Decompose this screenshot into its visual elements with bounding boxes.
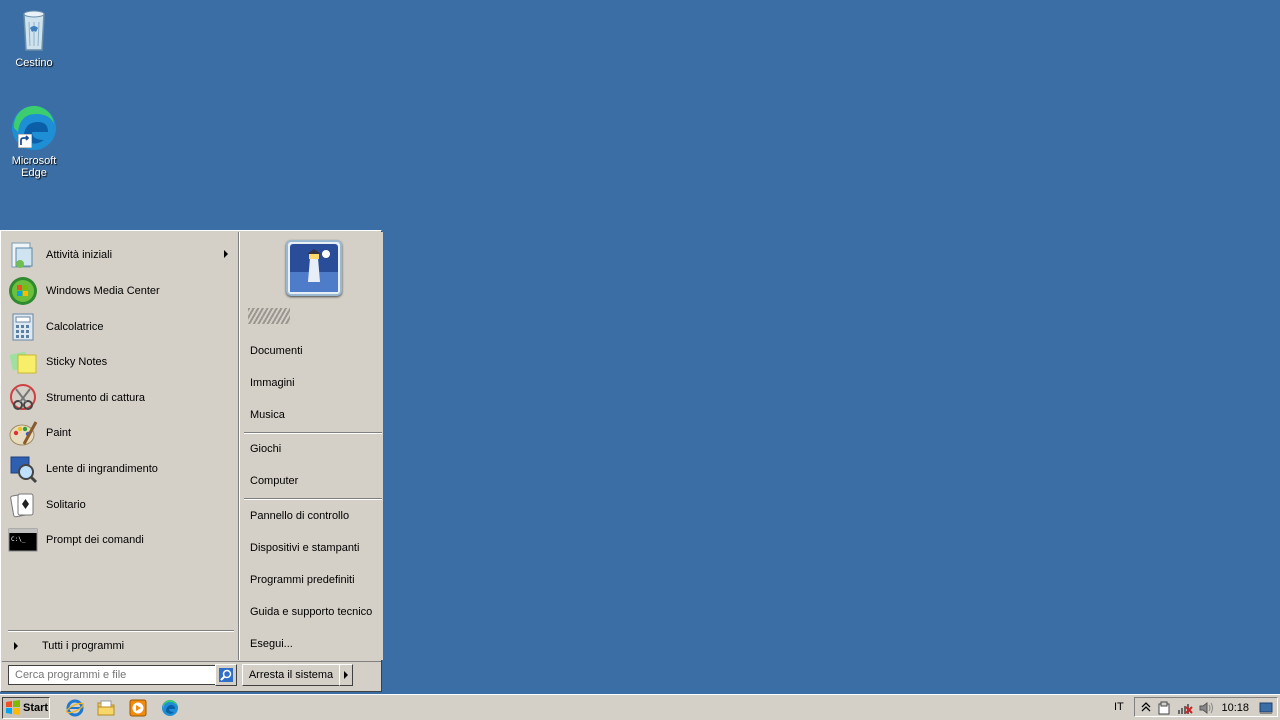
start-button[interactable]: Start — [2, 697, 50, 719]
start-menu: Attività iniziali Windows Media Center C… — [0, 230, 383, 692]
show-hidden-icons-button[interactable] — [1139, 701, 1153, 715]
tray-action-center[interactable] — [1157, 701, 1171, 715]
program-label: Attività iniziali — [46, 249, 113, 261]
sticky-notes-icon — [8, 347, 38, 377]
program-label: Paint — [46, 427, 72, 439]
program-item-solitaire[interactable]: Solitario — [8, 488, 234, 522]
shutdown-options-button[interactable] — [339, 664, 353, 686]
places-item-run[interactable]: Esegui... — [250, 638, 293, 650]
all-programs-button[interactable]: Tutti i programmi — [8, 636, 234, 656]
places-item-help-support[interactable]: Guida e supporto tecnico — [250, 606, 372, 618]
places-item-music[interactable]: Musica — [250, 409, 285, 421]
user-picture[interactable] — [286, 240, 342, 296]
edge-icon — [162, 699, 178, 716]
search-icon — [219, 668, 233, 682]
network-disconnected-icon — [1178, 704, 1193, 714]
flag-icon — [1158, 701, 1170, 715]
show-desktop-icon — [1259, 702, 1273, 714]
submenu-arrow-icon — [224, 250, 228, 258]
desktop-icon-recycle-bin[interactable]: Cestino — [0, 6, 70, 69]
program-item-getting-started[interactable]: Attività iniziali — [8, 238, 234, 272]
quicklaunch-media-player[interactable] — [129, 699, 147, 717]
places-item-control-panel[interactable]: Pannello di controllo — [250, 510, 349, 522]
solitaire-icon — [8, 490, 38, 520]
media-player-icon — [129, 699, 147, 717]
program-label: Solitario — [46, 499, 86, 511]
start-menu-programs-pane: Attività iniziali Windows Media Center C… — [2, 232, 238, 660]
windows-logo-icon — [6, 700, 20, 715]
search-button[interactable] — [215, 664, 237, 686]
edge-icon — [10, 104, 58, 152]
show-desktop-button[interactable] — [1259, 701, 1273, 715]
paint-icon — [8, 418, 38, 448]
calculator-icon — [8, 312, 38, 342]
places-separator — [244, 432, 382, 434]
snipping-tool-icon — [8, 383, 38, 413]
svg-text:C:\_: C:\_ — [11, 536, 26, 543]
tray-volume[interactable] — [1199, 701, 1213, 715]
quicklaunch-internet-explorer[interactable] — [66, 699, 84, 717]
places-item-games[interactable]: Giochi — [250, 443, 281, 455]
start-label: Start — [23, 702, 49, 714]
places-item-pictures[interactable]: Immagini — [250, 377, 295, 389]
program-label: Windows Media Center — [46, 285, 160, 297]
start-menu-places-pane: Documenti Immagini Musica Giochi Compute… — [239, 232, 383, 660]
program-item-media-center[interactable]: Windows Media Center — [8, 274, 234, 308]
program-label: Strumento di cattura — [46, 392, 146, 404]
shutdown-button[interactable]: Arresta il sistema — [242, 664, 340, 686]
all-programs-arrow-icon — [14, 642, 18, 650]
desktop-icon-label: Microsoft Edge — [11, 155, 57, 179]
lighthouse-picture-icon — [290, 244, 338, 292]
program-label: Lente di ingrandimento — [46, 463, 158, 475]
program-item-calculator[interactable]: Calcolatrice — [8, 310, 234, 344]
user-name — [248, 308, 290, 324]
magnifier-icon — [8, 454, 38, 484]
program-label: Calcolatrice — [46, 321, 104, 333]
taskbar: Start IT 10:18 — [0, 694, 1280, 720]
desktop-icon-label: Cestino — [15, 57, 53, 69]
program-item-sticky-notes[interactable]: Sticky Notes — [8, 345, 234, 379]
search-input[interactable] — [8, 665, 220, 685]
shortcut-arrow-icon — [18, 134, 32, 148]
language-indicator[interactable]: IT — [1114, 701, 1124, 713]
notification-area: 10:18 — [1134, 697, 1278, 717]
places-separator — [244, 498, 382, 500]
quicklaunch-explorer[interactable] — [97, 699, 115, 717]
chevron-up-icon — [1141, 702, 1151, 712]
internet-explorer-icon — [66, 699, 84, 717]
start-menu-bottom-bar: Arresta il sistema — [2, 661, 381, 692]
clock[interactable]: 10:18 — [1221, 702, 1249, 714]
command-prompt-icon: C:\_ — [8, 525, 38, 555]
programs-separator — [8, 630, 234, 632]
speaker-icon — [1199, 702, 1213, 714]
places-item-documents[interactable]: Documenti — [250, 345, 303, 357]
desktop-icon-edge[interactable]: Microsoft Edge — [0, 104, 70, 179]
places-item-default-programs[interactable]: Programmi predefiniti — [250, 574, 355, 586]
all-programs-label: Tutti i programmi — [42, 640, 125, 652]
shutdown-label: Arresta il sistema — [248, 669, 334, 681]
program-item-command-prompt[interactable]: C:\_ Prompt dei comandi — [8, 523, 234, 557]
program-item-snipping-tool[interactable]: Strumento di cattura — [8, 381, 234, 415]
program-label: Sticky Notes — [46, 356, 108, 368]
folder-icon — [97, 700, 115, 716]
chevron-right-icon — [344, 671, 348, 679]
tray-network[interactable] — [1177, 701, 1193, 715]
program-item-paint[interactable]: Paint — [8, 416, 234, 450]
quicklaunch-edge[interactable] — [161, 699, 179, 717]
places-item-devices-printers[interactable]: Dispositivi e stampanti — [250, 542, 359, 554]
program-label: Prompt dei comandi — [46, 534, 144, 546]
program-item-magnifier[interactable]: Lente di ingrandimento — [8, 452, 234, 486]
getting-started-icon — [8, 240, 38, 270]
recycle-bin-icon — [10, 6, 58, 54]
windows-media-center-icon — [8, 276, 38, 306]
places-item-computer[interactable]: Computer — [250, 475, 298, 487]
